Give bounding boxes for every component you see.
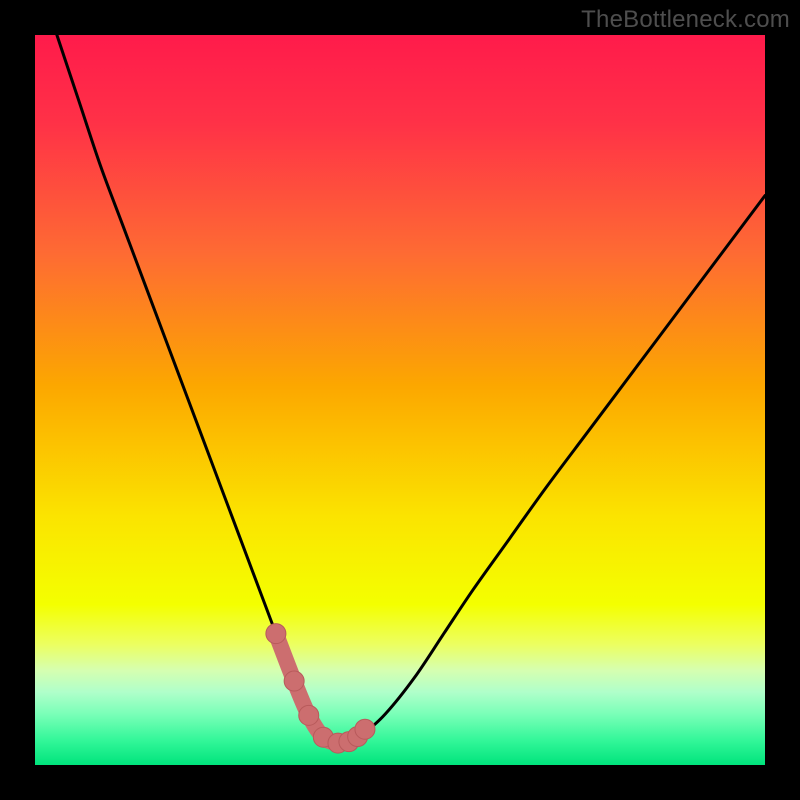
marker-dot [266,624,286,644]
marker-dot [355,719,375,739]
chart-svg [35,35,765,765]
gradient-background [35,35,765,765]
chart-frame: TheBottleneck.com [0,0,800,800]
marker-dot [299,705,319,725]
marker-dot [284,671,304,691]
watermark-text: TheBottleneck.com [581,6,790,34]
plot-area [35,35,765,765]
